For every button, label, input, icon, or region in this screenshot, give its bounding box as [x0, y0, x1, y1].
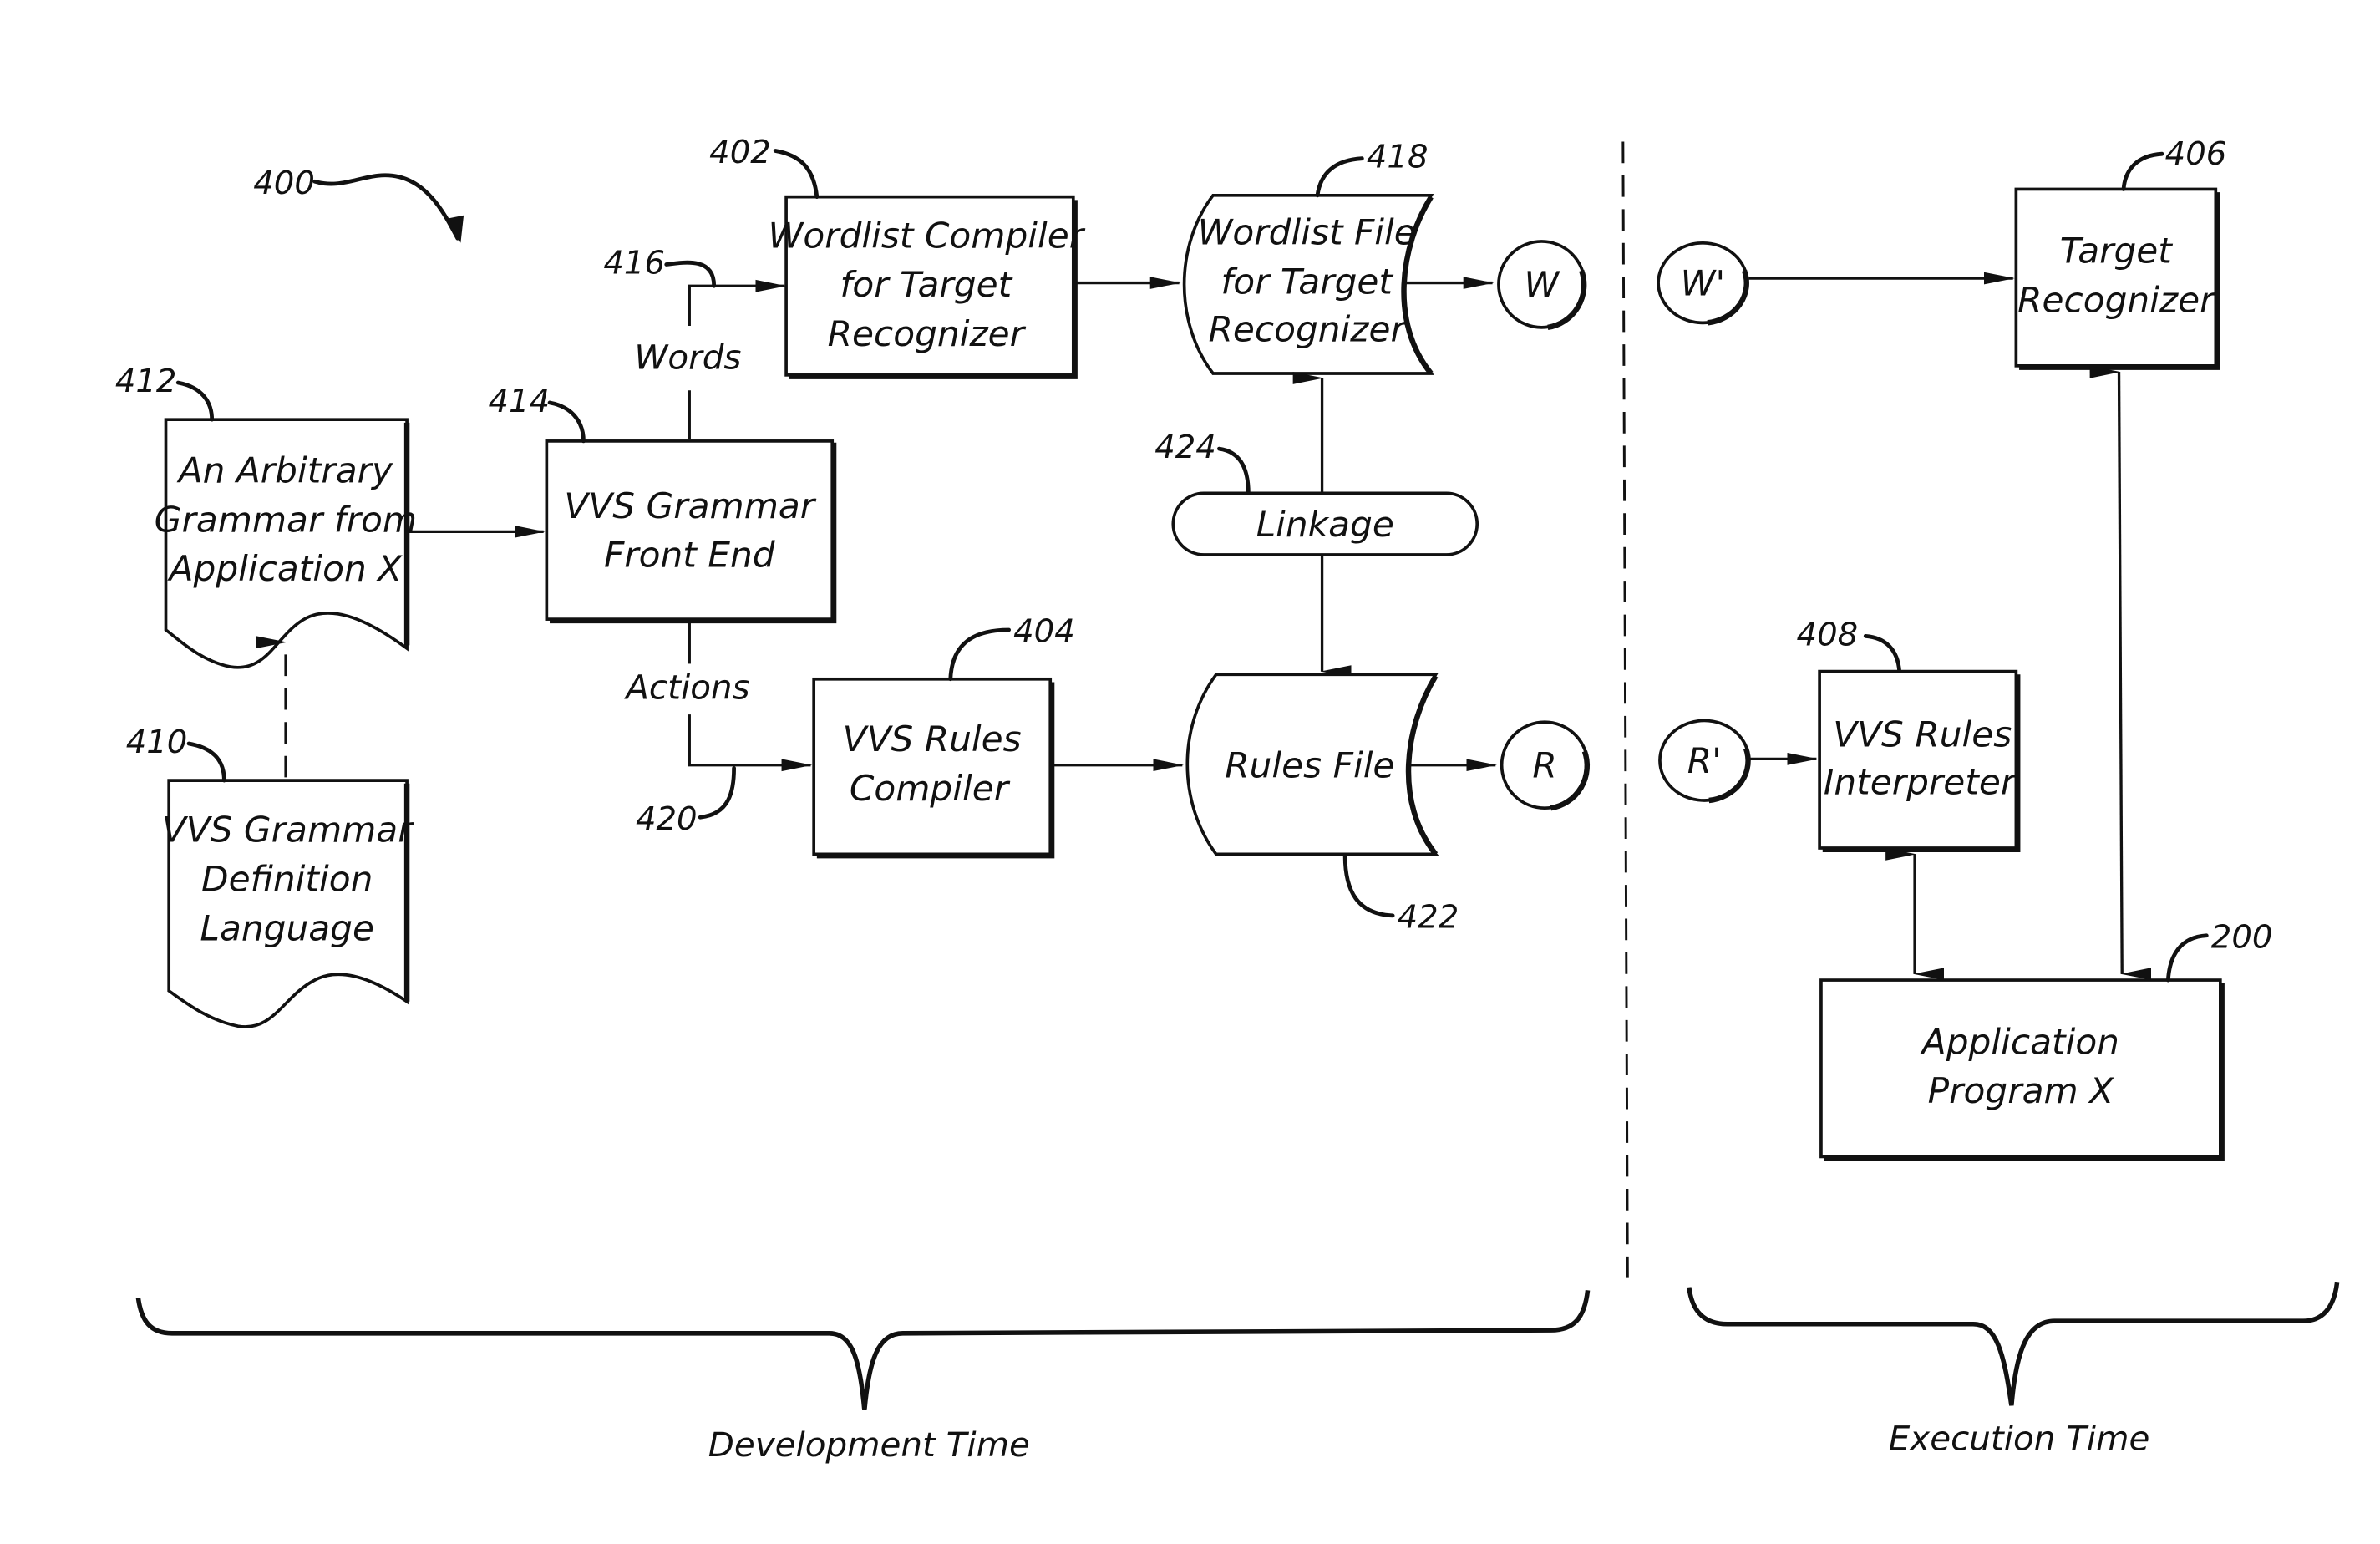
- node-grammar-front-end[interactable]: VVS Grammar Front End 414: [489, 383, 837, 624]
- node-arbitrary-grammar[interactable]: An Arbitrary Grammar from Application X …: [115, 363, 417, 669]
- edge-words-upper: [688, 279, 787, 327]
- node-text-line: Recognizer: [828, 313, 1027, 354]
- node-text-line: Compiler: [850, 768, 1011, 809]
- phase-divider: [1621, 141, 1629, 1283]
- leader-line: [948, 627, 1011, 682]
- ref-label: 400: [253, 165, 315, 202]
- node-text-line: Application X: [167, 548, 403, 589]
- ref-arrow: [312, 173, 460, 241]
- edge-actions-lower: [688, 714, 813, 772]
- connector-label: W: [1525, 264, 1561, 305]
- node-target-recognizer[interactable]: Target Recognizer 406: [2014, 135, 2227, 370]
- phase-label-development: Development Time: [708, 1425, 1030, 1465]
- node-wordlist-file[interactable]: Wordlist File for Target Recognizer 418: [1182, 139, 1434, 376]
- ref-number: 422: [1398, 899, 1459, 937]
- leader-line: [773, 149, 820, 200]
- node-text-line: for Target: [840, 264, 1013, 305]
- node-grammar-definition-language[interactable]: VVS Grammar Definition Language 410: [126, 724, 414, 1028]
- node-text-line: Language: [200, 907, 374, 948]
- node-linkage[interactable]: Linkage 424: [1154, 429, 1479, 556]
- leader-line-416: [664, 260, 717, 288]
- node-text-line: Grammar from: [155, 499, 417, 540]
- node-text-line: Recognizer: [1208, 308, 1407, 349]
- leader-line: [175, 380, 215, 422]
- ref-number: 424: [1154, 429, 1216, 466]
- ref-number: 402: [709, 134, 771, 171]
- leader-line: [1315, 156, 1364, 198]
- ref-number: 406: [2165, 135, 2227, 173]
- node-text-line: Target: [2060, 231, 2173, 272]
- process-box: [812, 677, 1053, 856]
- node-rules-file[interactable]: Rules File 422: [1185, 673, 1459, 937]
- node-text-line: An Arbitrary: [176, 450, 393, 491]
- ref-number-420: 420: [636, 800, 698, 838]
- brace-development: [135, 1290, 1591, 1410]
- ref-number: 414: [489, 383, 551, 420]
- node-wordlist-compiler[interactable]: Wordlist Compiler for Target Recognizer …: [709, 134, 1086, 379]
- brace-execution: [1687, 1282, 2340, 1406]
- node-application-program[interactable]: Application Program X 200: [1819, 918, 2273, 1161]
- figure-ref-400: 400: [253, 165, 464, 243]
- node-text-line: VVS Rules: [1833, 714, 2012, 755]
- node-text-line: VVS Rules: [843, 719, 1022, 759]
- leader-line: [1217, 446, 1251, 495]
- node-rules-compiler[interactable]: VVS Rules Compiler 404: [812, 613, 1075, 859]
- node-text-line: Rules File: [1225, 744, 1394, 785]
- node-text-line: Front End: [604, 535, 776, 576]
- leader-line: [547, 400, 586, 444]
- connector-w[interactable]: W: [1497, 240, 1587, 331]
- process-box: [545, 439, 835, 621]
- connector-w-prime[interactable]: W': [1657, 241, 1749, 326]
- ref-number-416: 416: [603, 245, 665, 282]
- flow-diagram: 400 An Arbitrary Grammar from Applicatio…: [115, 134, 2340, 1465]
- node-text-line: Wordlist File: [1198, 212, 1416, 253]
- leader-line-420: [698, 766, 736, 820]
- ref-number: 408: [1797, 616, 1859, 653]
- connector-label: R': [1687, 740, 1722, 781]
- node-text-line: Linkage: [1256, 504, 1394, 545]
- connector-r[interactable]: R: [1500, 720, 1591, 811]
- node-text-line: VVS Grammar: [564, 485, 816, 526]
- process-box: [1819, 978, 2222, 1159]
- leader-line: [1863, 633, 1902, 673]
- edge-label-actions: Actions: [623, 668, 749, 708]
- ref-number: 404: [1013, 613, 1075, 651]
- node-text-line: Definition: [201, 858, 373, 899]
- ref-number: 200: [2211, 918, 2273, 956]
- connector-label: R: [1532, 744, 1556, 785]
- node-text-line: Program X: [1928, 1070, 2114, 1111]
- node-text-line: Interpreter: [1824, 762, 2017, 803]
- leader-line: [2121, 151, 2164, 191]
- node-text-line: Recognizer: [2017, 279, 2216, 320]
- ref-number: 412: [115, 363, 177, 400]
- node-text-line: VVS Grammar: [162, 810, 414, 851]
- connector-r-prime[interactable]: R': [1658, 719, 1751, 804]
- node-text-line: Wordlist Compiler: [769, 215, 1086, 256]
- phase-label-execution: Execution Time: [1889, 1419, 2150, 1459]
- node-text-line: Application: [1920, 1021, 2119, 1062]
- edge-label-words: Words: [634, 338, 741, 378]
- leader-line: [1342, 853, 1395, 918]
- leader-line: [186, 741, 226, 783]
- leader-line: [2165, 933, 2209, 983]
- connector-label: W': [1681, 262, 1725, 303]
- edge-recognizer-application: [2089, 366, 2152, 980]
- ref-number: 410: [126, 724, 188, 761]
- process-box: [1818, 669, 2018, 850]
- process-box: [2014, 187, 2218, 368]
- node-text-line: for Target: [1220, 261, 1393, 302]
- ref-number: 418: [1367, 139, 1429, 176]
- node-rules-interpreter[interactable]: VVS Rules Interpreter 408: [1797, 616, 2021, 853]
